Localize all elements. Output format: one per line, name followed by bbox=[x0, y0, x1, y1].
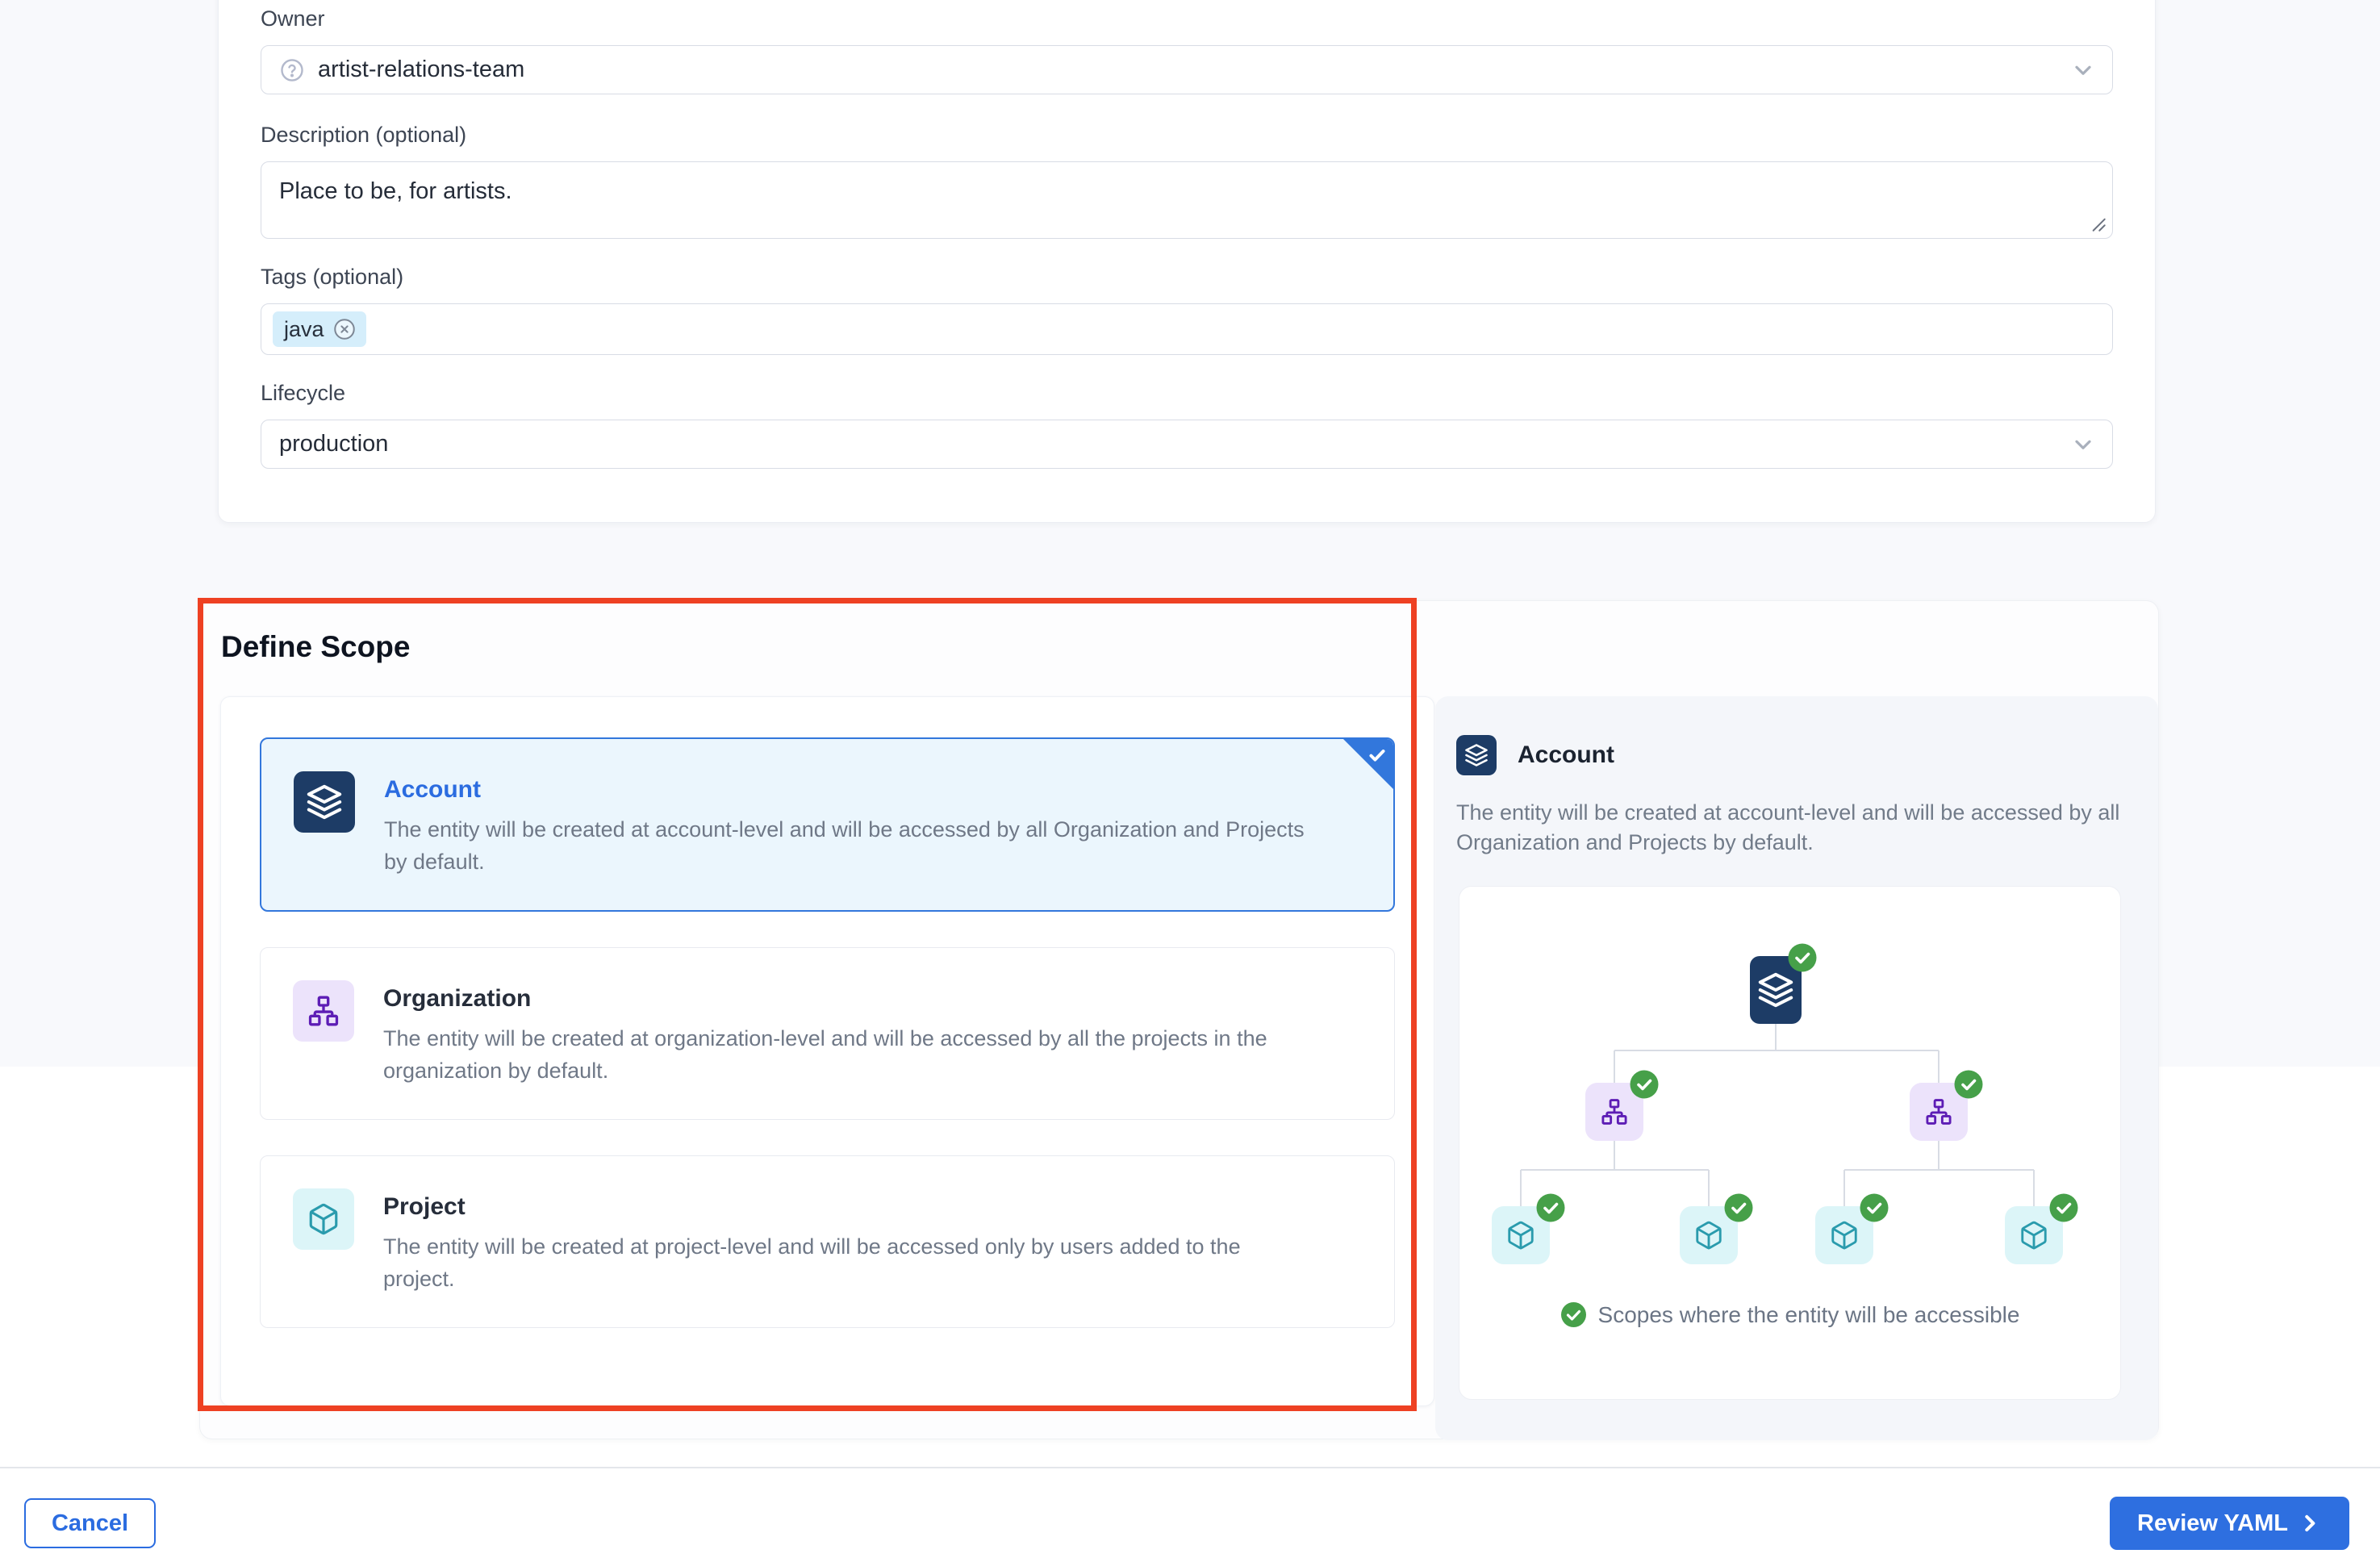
scope-hierarchy-diagram: Scopes where the entity will be accessib… bbox=[1459, 886, 2121, 1400]
option-title: Account bbox=[384, 776, 1305, 804]
description-value: Place to be, for artists. bbox=[279, 177, 512, 206]
check-icon bbox=[1367, 745, 1388, 766]
lifecycle-value: production bbox=[279, 431, 388, 457]
project-icon bbox=[293, 1188, 354, 1250]
owner-value: artist-relations-team bbox=[318, 56, 524, 83]
tags-input[interactable]: java bbox=[261, 303, 2113, 355]
check-badge bbox=[1955, 1071, 1983, 1099]
chevron-right-icon bbox=[2298, 1511, 2322, 1535]
account-icon bbox=[1456, 735, 1497, 775]
diagram-caption: Scopes where the entity will be accessib… bbox=[1459, 1301, 2120, 1328]
description-textarea[interactable]: Place to be, for artists. bbox=[261, 161, 2113, 239]
option-title: Organization bbox=[383, 985, 1267, 1013]
scope-options-panel: Account The entity will be created at ac… bbox=[220, 696, 1434, 1406]
check-badge bbox=[1789, 944, 1817, 972]
define-scope-heading: Define Scope bbox=[221, 630, 410, 664]
review-yaml-label: Review YAML bbox=[2137, 1510, 2288, 1537]
lifecycle-select[interactable]: production bbox=[261, 420, 2113, 469]
diagram-caption-text: Scopes where the entity will be accessib… bbox=[1598, 1302, 2020, 1328]
help-icon bbox=[279, 57, 305, 83]
check-badge bbox=[2050, 1194, 2078, 1222]
check-icon bbox=[1560, 1301, 1587, 1328]
remove-tag-icon[interactable] bbox=[332, 317, 357, 341]
account-icon bbox=[294, 771, 355, 833]
entity-create-page: Owner artist-relations-team Description … bbox=[0, 0, 2380, 1562]
check-badge bbox=[1631, 1071, 1659, 1099]
description-label: Description (optional) bbox=[261, 122, 2113, 148]
lifecycle-label: Lifecycle bbox=[261, 380, 2113, 406]
check-badge bbox=[1860, 1194, 1889, 1222]
owner-select[interactable]: artist-relations-team bbox=[261, 45, 2113, 94]
chevron-down-icon bbox=[2070, 432, 2096, 457]
option-title: Project bbox=[383, 1193, 1241, 1221]
preview-description: The entity will be created at account-le… bbox=[1456, 798, 2137, 858]
footer-bar: Cancel Review YAML bbox=[0, 1467, 2380, 1562]
tags-label: Tags (optional) bbox=[261, 264, 2113, 290]
cancel-button[interactable]: Cancel bbox=[24, 1498, 156, 1548]
owner-label: Owner bbox=[261, 6, 2113, 31]
resize-handle-icon[interactable] bbox=[2086, 212, 2107, 233]
option-description: The entity will be created at project-le… bbox=[383, 1230, 1241, 1295]
review-yaml-button[interactable]: Review YAML bbox=[2110, 1497, 2349, 1550]
organization-icon bbox=[293, 980, 354, 1042]
tag-chip: java bbox=[273, 311, 366, 347]
scope-option-organization[interactable]: Organization The entity will be created … bbox=[260, 947, 1395, 1120]
option-description: The entity will be created at organizati… bbox=[383, 1022, 1267, 1087]
check-badge bbox=[1537, 1194, 1565, 1222]
scope-option-project[interactable]: Project The entity will be created at pr… bbox=[260, 1155, 1395, 1328]
check-badge bbox=[1725, 1194, 1753, 1222]
hierarchy-tree bbox=[1459, 887, 2120, 1290]
define-scope-section: Define Scope Account The entity will be … bbox=[199, 600, 2159, 1439]
tag-chip-label: java bbox=[284, 317, 324, 342]
entity-details-card: Owner artist-relations-team Description … bbox=[218, 0, 2156, 523]
chevron-down-icon bbox=[2070, 57, 2096, 83]
scope-option-account[interactable]: Account The entity will be created at ac… bbox=[260, 737, 1395, 912]
option-description: The entity will be created at account-le… bbox=[384, 813, 1305, 878]
scope-preview-panel: Account The entity will be created at ac… bbox=[1435, 696, 2158, 1440]
preview-title: Account bbox=[1518, 741, 1614, 769]
